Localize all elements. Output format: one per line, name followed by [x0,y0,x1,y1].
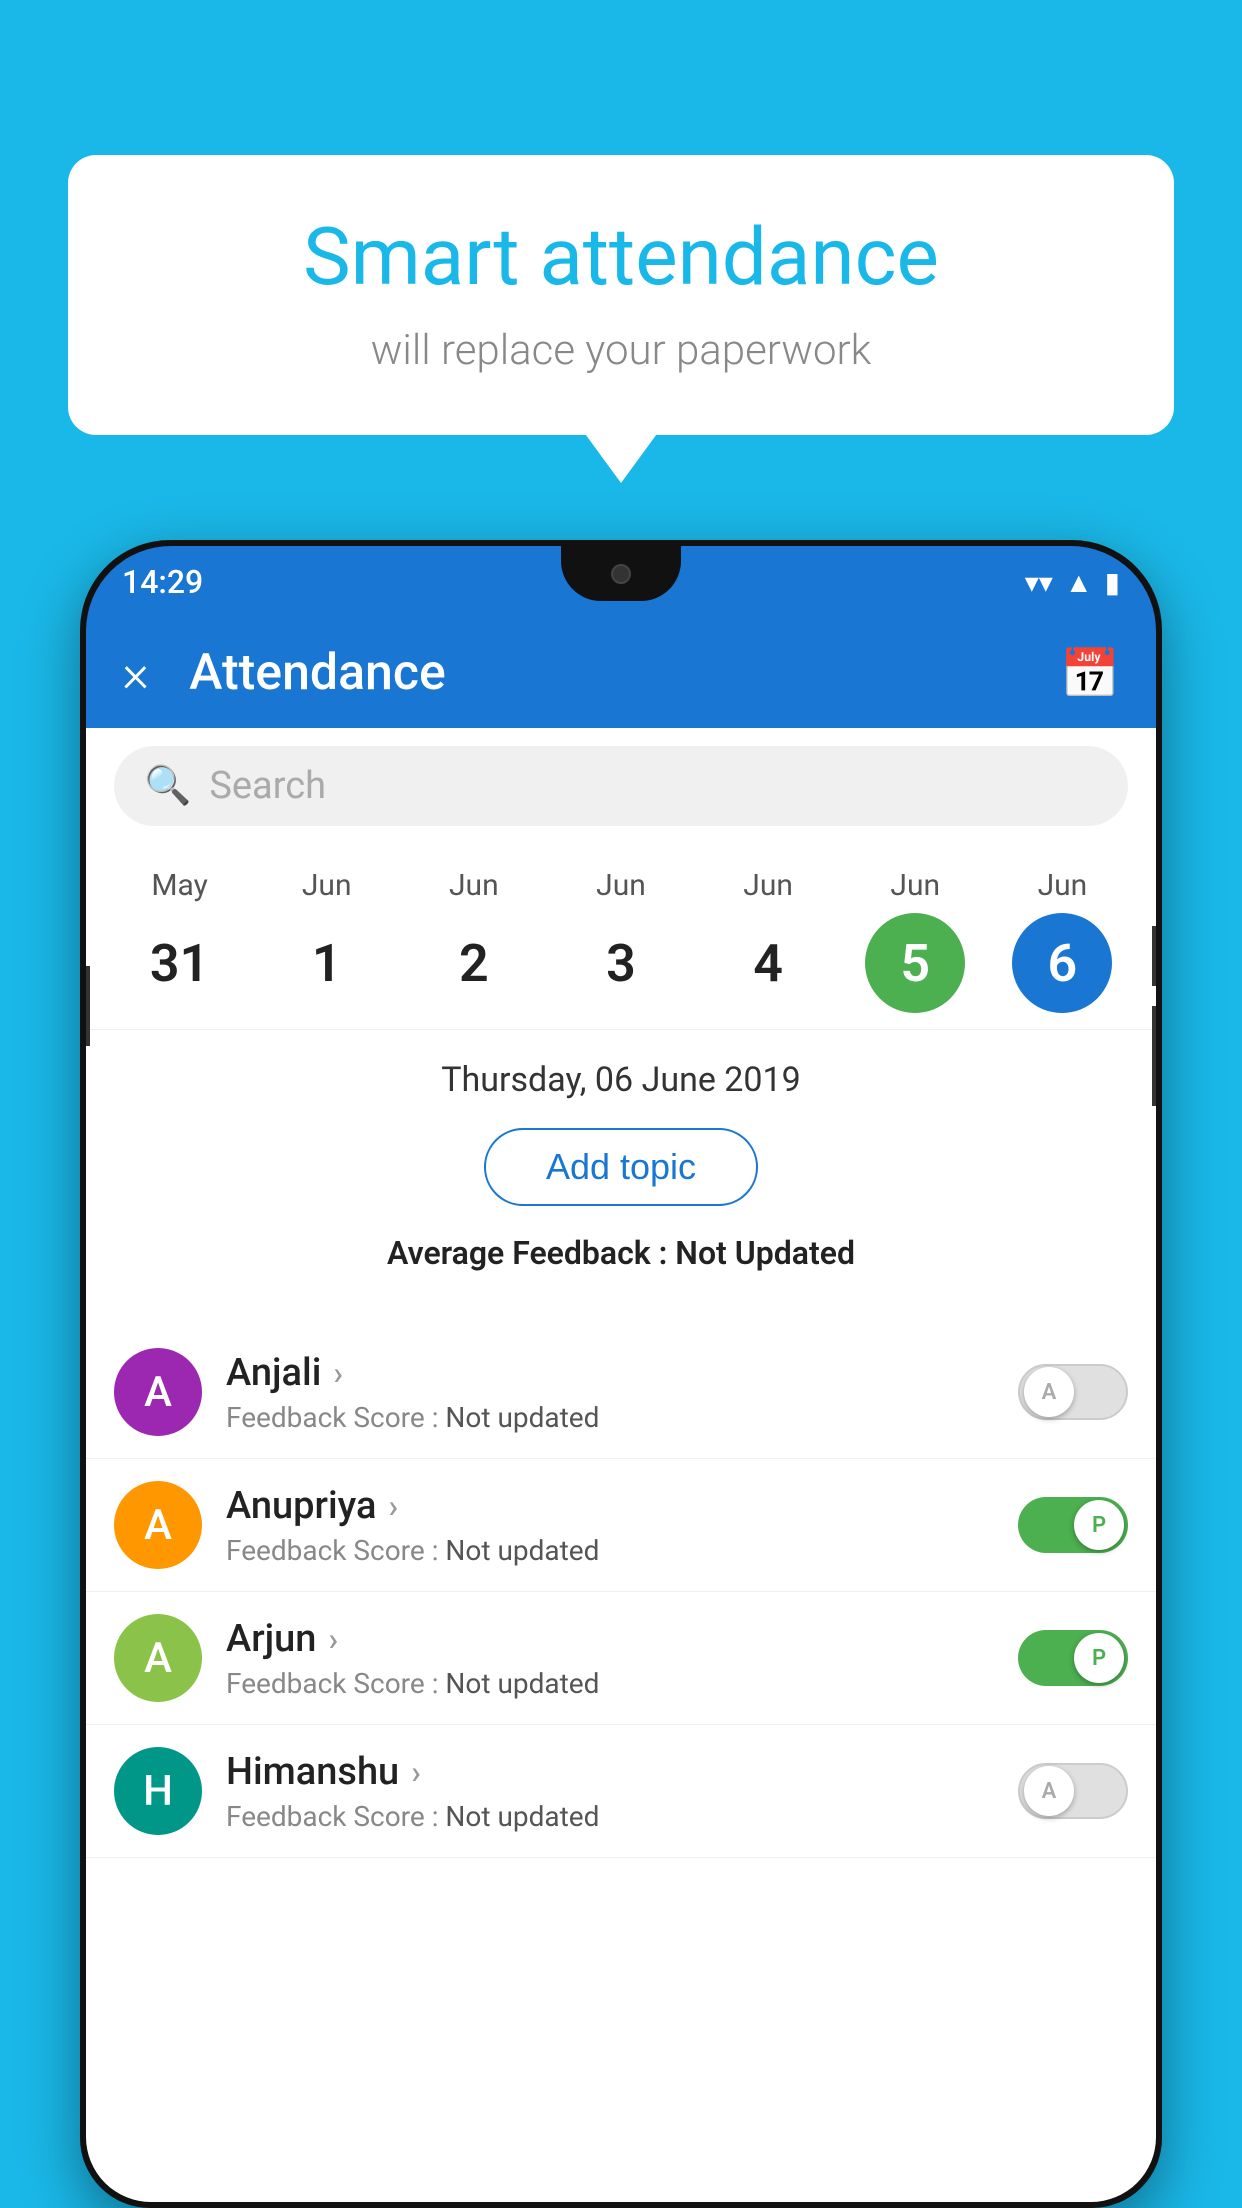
attendance-toggle-wrap: P [1018,1630,1128,1686]
avatar: A [114,1614,202,1702]
chevron-right-icon: › [411,1753,421,1791]
calendar-day[interactable]: Jun 2 [414,868,534,1013]
search-container: 🔍 Search [86,728,1156,844]
cal-date-number[interactable]: 6 [1012,913,1112,1013]
student-item: H Himanshu › Feedback Score : Not updated A [86,1725,1156,1858]
phone-frame: 14:29 ▾▾ ▲ ▮ × Attendance 📅 🔍 Search [80,540,1162,2208]
feedback-score: Feedback Score : Not updated [226,1401,994,1434]
student-name[interactable]: Anupriya › [226,1484,994,1528]
cal-month-label: Jun [302,868,352,903]
avg-feedback: Average Feedback : Not Updated [114,1234,1128,1272]
attendance-toggle-wrap: A [1018,1763,1128,1819]
close-button[interactable]: × [122,643,149,704]
cal-month-label: Jun [743,868,793,903]
search-icon: 🔍 [144,764,191,808]
feedback-value: Not updated [445,1667,599,1700]
calendar-day[interactable]: Jun 4 [708,868,828,1013]
status-time: 14:29 [122,563,203,601]
cal-month-label: Jun [449,868,499,903]
avatar: H [114,1747,202,1835]
status-icons: ▾▾ ▲ ▮ [1025,566,1120,599]
screen-content: 🔍 Search May 31 Jun 1 Jun 2 Jun 3 Jun 4 Jun 5 Jun 6 T… [86,728,1156,2202]
bubble-subtitle: will replace your paperwork [128,326,1114,375]
search-placeholder: Search [209,764,326,808]
cal-date-number[interactable]: 31 [130,913,230,1013]
student-item: A Anupriya › Feedback Score : Not updated P [86,1459,1156,1592]
toggle-knob: A [1024,1367,1074,1417]
cal-date-number[interactable]: 1 [277,913,377,1013]
signal-icon: ▲ [1065,566,1093,599]
selected-date-label: Thursday, 06 June 2019 [114,1060,1128,1100]
attendance-toggle[interactable]: A [1018,1364,1128,1420]
cal-month-label: May [151,868,207,903]
attendance-toggle-wrap: P [1018,1497,1128,1553]
calendar-day[interactable]: Jun 6 [1002,868,1122,1013]
toggle-knob: A [1024,1766,1074,1816]
student-info: Anjali › Feedback Score : Not updated [226,1351,994,1434]
attendance-toggle[interactable]: A [1018,1763,1128,1819]
student-item: A Anjali › Feedback Score : Not updated A [86,1326,1156,1459]
calendar-day[interactable]: May 31 [120,868,240,1013]
calendar-day[interactable]: Jun 3 [561,868,681,1013]
avatar: A [114,1348,202,1436]
wifi-icon: ▾▾ [1025,566,1053,599]
feedback-value: Not updated [445,1800,599,1833]
calendar-day[interactable]: Jun 5 [855,868,975,1013]
cal-date-number[interactable]: 3 [571,913,671,1013]
student-name[interactable]: Himanshu › [226,1750,994,1794]
battery-icon: ▮ [1105,566,1120,599]
cal-date-number[interactable]: 5 [865,913,965,1013]
app-title: Attendance [189,644,1020,702]
cal-month-label: Jun [1038,868,1088,903]
volume-button [86,966,90,1046]
chevron-right-icon: › [328,1620,338,1658]
avg-feedback-value: Not Updated [675,1234,855,1272]
cal-date-number[interactable]: 2 [424,913,524,1013]
front-camera [611,564,631,584]
chevron-right-icon: › [333,1354,343,1392]
status-bar: 14:29 ▾▾ ▲ ▮ [86,546,1156,618]
student-item: A Arjun › Feedback Score : Not updated P [86,1592,1156,1725]
toggle-knob: P [1074,1633,1124,1683]
avatar: A [114,1481,202,1569]
add-topic-button[interactable]: Add topic [484,1128,758,1206]
search-bar[interactable]: 🔍 Search [114,746,1128,826]
bubble-title: Smart attendance [128,210,1114,304]
student-info: Himanshu › Feedback Score : Not updated [226,1750,994,1833]
student-name[interactable]: Anjali › [226,1351,994,1395]
calendar-strip: May 31 Jun 1 Jun 2 Jun 3 Jun 4 Jun 5 Jun 6 [86,844,1156,1030]
student-list: AAnjali ›Feedback Score : Not updatedAAA… [86,1326,1156,1858]
feedback-score: Feedback Score : Not updated [226,1667,994,1700]
toggle-knob: P [1074,1500,1124,1550]
feedback-value: Not updated [445,1401,599,1434]
student-name[interactable]: Arjun › [226,1617,994,1661]
chevron-right-icon: › [388,1487,398,1525]
phone-inner: 14:29 ▾▾ ▲ ▮ × Attendance 📅 🔍 Search [86,546,1156,2202]
cal-date-number[interactable]: 4 [718,913,818,1013]
feedback-score: Feedback Score : Not updated [226,1534,994,1567]
attendance-toggle[interactable]: P [1018,1630,1128,1686]
cal-month-label: Jun [890,868,940,903]
content-area: Thursday, 06 June 2019 Add topic Average… [86,1030,1156,1326]
feedback-value: Not updated [445,1534,599,1567]
power-button [1152,926,1156,986]
cal-month-label: Jun [596,868,646,903]
student-info: Anupriya › Feedback Score : Not updated [226,1484,994,1567]
avg-feedback-label: Average Feedback : [387,1234,667,1272]
volume-down-button [1152,1006,1156,1106]
speech-bubble-container: Smart attendance will replace your paper… [68,155,1174,435]
feedback-score: Feedback Score : Not updated [226,1800,994,1833]
calendar-icon[interactable]: 📅 [1060,645,1120,702]
attendance-toggle-wrap: A [1018,1364,1128,1420]
attendance-toggle[interactable]: P [1018,1497,1128,1553]
calendar-day[interactable]: Jun 1 [267,868,387,1013]
app-bar: × Attendance 📅 [86,618,1156,728]
speech-bubble: Smart attendance will replace your paper… [68,155,1174,435]
student-info: Arjun › Feedback Score : Not updated [226,1617,994,1700]
notch [561,546,681,601]
